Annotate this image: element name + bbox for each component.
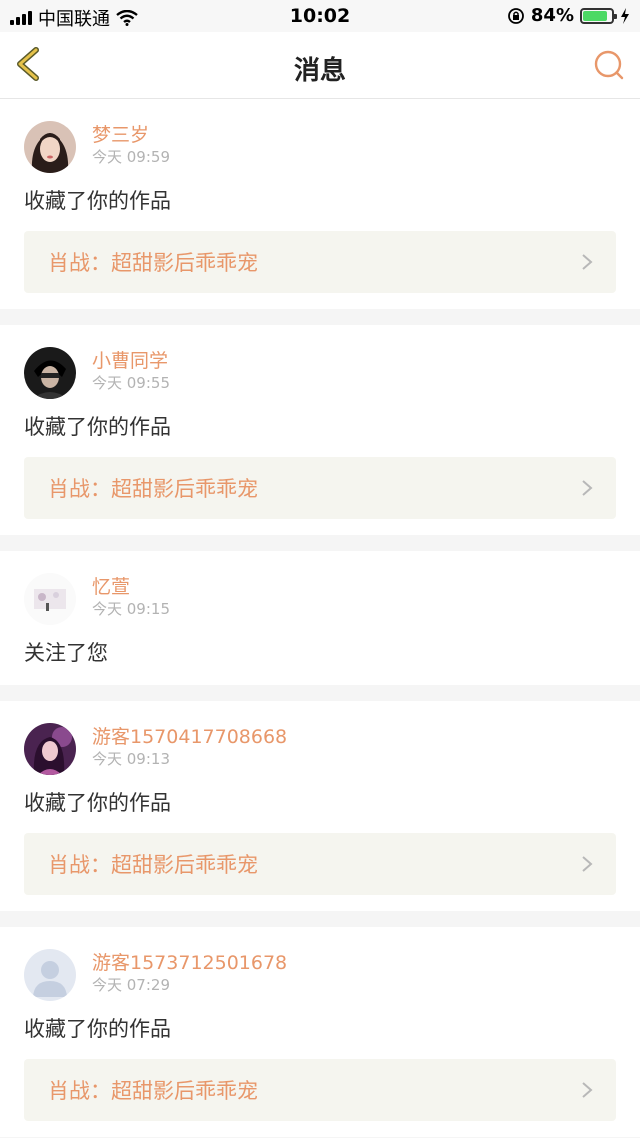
work-link[interactable]: 肖战：超甜影后乖乖宠	[24, 457, 616, 519]
timestamp: 今天 09:59	[92, 148, 170, 166]
message-header: 梦三岁 今天 09:59	[24, 121, 616, 173]
search-icon	[594, 50, 624, 80]
charging-bolt-icon	[621, 7, 629, 24]
avatar[interactable]	[24, 723, 76, 775]
work-link[interactable]: 肖战：超甜影后乖乖宠	[24, 231, 616, 293]
message-card: 梦三岁 今天 09:59 收藏了你的作品 肖战：超甜影后乖乖宠	[0, 99, 640, 309]
work-title: 肖战：超甜影后乖乖宠	[48, 251, 258, 275]
search-button[interactable]	[592, 48, 626, 82]
user-name[interactable]: 小曹同学	[92, 349, 170, 373]
message-header: 游客1570417708668 今天 09:13	[24, 723, 616, 775]
message-header-text: 小曹同学 今天 09:55	[92, 347, 170, 393]
action-text: 收藏了你的作品	[24, 791, 171, 815]
timestamp: 今天 09:13	[92, 750, 170, 768]
message-header: 小曹同学 今天 09:55	[24, 347, 616, 399]
status-bar: 中国联通 10:02 84%	[0, 0, 640, 32]
user-name[interactable]: 忆萱	[92, 575, 170, 599]
battery-fill	[583, 10, 607, 21]
action-text: 关注了您	[24, 641, 108, 665]
battery-icon	[580, 7, 617, 24]
default-user-avatar	[24, 949, 76, 1001]
action-text: 收藏了你的作品	[24, 189, 171, 213]
dark-photo-avatar	[24, 347, 76, 399]
light-photo-avatar	[24, 573, 76, 625]
purple-photo-avatar	[24, 723, 76, 775]
work-link[interactable]: 肖战：超甜影后乖乖宠	[24, 1059, 616, 1121]
action-text: 收藏了你的作品	[24, 415, 171, 439]
page-title: 消息	[293, 56, 346, 86]
battery-percent: 84%	[530, 5, 574, 26]
message-card: 忆萱 今天 09:15 关注了您	[0, 551, 640, 685]
message-header-text: 梦三岁 今天 09:59	[92, 121, 170, 167]
message-card: 游客1570417708668 今天 09:13 收藏了你的作品 肖战：超甜影后…	[0, 701, 640, 911]
message-card: 游客1573712501678 今天 07:29 收藏了你的作品 肖战：超甜影后…	[0, 927, 640, 1137]
avatar[interactable]	[24, 949, 76, 1001]
work-title: 肖战：超甜影后乖乖宠	[48, 853, 258, 877]
message-header: 忆萱 今天 09:15	[24, 573, 616, 625]
chevron-right-icon	[582, 1082, 593, 1098]
action-text: 收藏了你的作品	[24, 1017, 171, 1041]
orientation-lock-icon	[508, 7, 524, 24]
message-card: 小曹同学 今天 09:55 收藏了你的作品 肖战：超甜影后乖乖宠	[0, 325, 640, 535]
user-name[interactable]: 梦三岁	[92, 123, 170, 147]
work-title: 肖战：超甜影后乖乖宠	[48, 477, 258, 501]
chevron-right-icon	[582, 480, 593, 496]
message-header-text: 游客1570417708668 今天 09:13	[92, 723, 287, 769]
chevron-right-icon	[582, 856, 593, 872]
message-header: 游客1573712501678 今天 07:29	[24, 949, 616, 1001]
timestamp: 今天 09:55	[92, 374, 170, 392]
timestamp: 今天 07:29	[92, 976, 170, 994]
user-name[interactable]: 游客1573712501678	[92, 951, 287, 975]
work-link[interactable]: 肖战：超甜影后乖乖宠	[24, 833, 616, 895]
user-name[interactable]: 游客1570417708668	[92, 725, 287, 749]
avatar[interactable]	[24, 347, 76, 399]
message-header-text: 忆萱 今天 09:15	[92, 573, 170, 619]
status-right: 84%	[507, 5, 630, 26]
message-header-text: 游客1573712501678 今天 07:29	[92, 949, 287, 995]
nav-bar: 消息	[0, 32, 640, 99]
work-title: 肖战：超甜影后乖乖宠	[48, 1079, 258, 1103]
avatar[interactable]	[24, 573, 76, 625]
girl-photo-avatar	[24, 121, 76, 173]
timestamp: 今天 09:15	[92, 600, 170, 618]
avatar[interactable]	[24, 121, 76, 173]
chevron-right-icon	[582, 254, 593, 270]
